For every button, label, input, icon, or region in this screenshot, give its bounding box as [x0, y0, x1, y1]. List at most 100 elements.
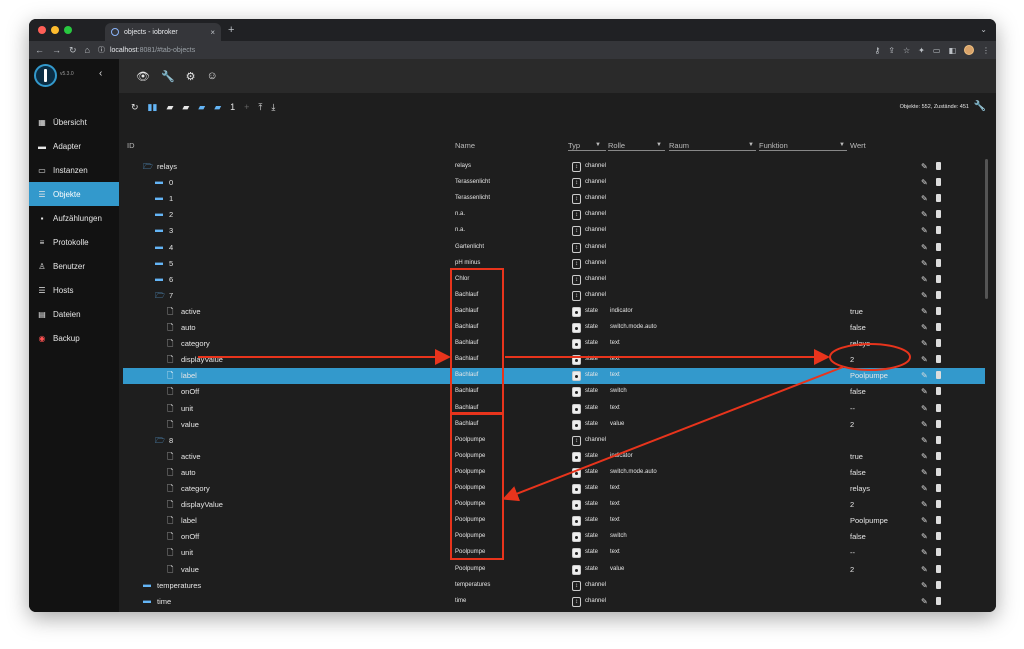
table-row[interactable]: ▬ 1 Terassenlicht ↕ channel ✎: [123, 191, 985, 207]
extensions-icon[interactable]: ✦: [918, 46, 925, 55]
row-name[interactable]: Poolpumpe: [455, 549, 485, 555]
expand-all-icon[interactable]: ▰: [198, 102, 205, 113]
edit-icon[interactable]: ✎: [921, 162, 928, 171]
column-function-select[interactable]: Funktion ▼: [759, 141, 847, 151]
tab-menu-icon[interactable]: ⌄: [980, 25, 987, 34]
table-row[interactable]: 🗋 value Bachlauf state value 2 ✎: [123, 417, 985, 433]
edit-icon[interactable]: ✎: [921, 597, 928, 606]
delete-icon[interactable]: [936, 564, 941, 573]
edit-icon[interactable]: ✎: [921, 323, 928, 332]
row-name[interactable]: n.a.: [455, 211, 465, 217]
file-icon[interactable]: 🗋: [167, 354, 173, 368]
row-name[interactable]: pH minus: [455, 260, 480, 266]
delete-icon[interactable]: [936, 435, 941, 444]
edit-icon[interactable]: ✎: [921, 484, 928, 493]
delete-icon[interactable]: [936, 194, 941, 203]
delete-icon[interactable]: [936, 596, 941, 605]
row-name[interactable]: n.a.: [455, 227, 465, 233]
settings-wrench-icon[interactable]: 🔧: [974, 101, 986, 112]
table-row[interactable]: ▬ time time ↕ channel ✎: [123, 594, 985, 610]
file-icon[interactable]: 🗋: [167, 419, 173, 433]
delete-icon[interactable]: [936, 178, 941, 187]
row-value[interactable]: Poolpumpe: [850, 516, 888, 525]
row-name[interactable]: relays: [455, 163, 471, 169]
row-name[interactable]: Bachlauf: [455, 340, 478, 346]
delete-icon[interactable]: [936, 306, 941, 315]
file-icon[interactable]: 🗋: [167, 547, 173, 561]
home-icon[interactable]: ⌂: [85, 45, 90, 55]
row-name[interactable]: Poolpumpe: [455, 469, 485, 475]
row-value[interactable]: true: [850, 307, 863, 316]
edit-icon[interactable]: ✎: [921, 436, 928, 445]
edit-icon[interactable]: ✎: [921, 243, 928, 252]
row-value[interactable]: relays: [850, 484, 870, 493]
table-row[interactable]: 🗋 label Bachlauf state text Poolpumpe ✎: [123, 368, 985, 385]
edit-icon[interactable]: ✎: [921, 452, 928, 461]
edit-icon[interactable]: ✎: [921, 259, 928, 268]
folder-icon[interactable]: ▬: [155, 193, 163, 202]
delete-icon[interactable]: [936, 242, 941, 251]
refresh-icon[interactable]: ↻: [131, 102, 139, 113]
delete-icon[interactable]: [936, 548, 941, 557]
edit-icon[interactable]: ✎: [921, 516, 928, 525]
row-value[interactable]: Poolpumpe: [850, 371, 888, 380]
column-type-select[interactable]: Typ ▼: [568, 141, 606, 151]
row-name[interactable]: Bachlauf: [455, 292, 478, 298]
file-icon[interactable]: 🗋: [167, 306, 173, 320]
row-name[interactable]: Bachlauf: [455, 388, 478, 394]
delete-icon[interactable]: [936, 516, 941, 525]
edit-icon[interactable]: ✎: [921, 371, 928, 380]
folder-icon[interactable]: ▬: [155, 225, 163, 234]
table-row[interactable]: 🗋 onOff Poolpumpe state switch false ✎: [123, 529, 985, 545]
row-name[interactable]: Terassenlicht: [455, 179, 490, 185]
edit-icon[interactable]: ✎: [921, 226, 928, 235]
file-icon[interactable]: 🗋: [167, 386, 173, 400]
delete-icon[interactable]: [936, 339, 941, 348]
collapse-all-icon[interactable]: ▰: [214, 102, 221, 113]
sidepanel-icon[interactable]: ◧: [948, 46, 956, 55]
minimize-window-button[interactable]: [51, 26, 59, 34]
table-row[interactable]: ▬ 4 Gartenlicht ↕ channel ✎: [123, 240, 985, 256]
edit-icon[interactable]: ✎: [921, 500, 928, 509]
folder-icon[interactable]: ▬: [155, 258, 163, 267]
edit-icon[interactable]: ✎: [921, 291, 928, 300]
delete-icon[interactable]: [936, 226, 941, 235]
row-name[interactable]: Poolpumpe: [455, 485, 485, 491]
sidebar-item-dateien[interactable]: ▤ Dateien: [29, 302, 119, 326]
column-role-select[interactable]: Rolle ▼: [608, 141, 665, 151]
edit-icon[interactable]: ✎: [921, 307, 928, 316]
table-row[interactable]: 🗋 unit Bachlauf state text -- ✎: [123, 401, 985, 417]
table-row[interactable]: 🗋 value Poolpumpe state value 2 ✎: [123, 562, 985, 578]
table-row[interactable]: 🗋 displayValue Bachlauf state text 2 ✎: [123, 352, 985, 368]
edit-icon[interactable]: ✎: [921, 178, 928, 187]
table-row[interactable]: 🗁 8 Poolpumpe ↕ channel ✎: [123, 433, 985, 449]
row-value[interactable]: false: [850, 468, 866, 477]
file-icon[interactable]: 🗋: [167, 322, 173, 336]
table-row[interactable]: 🗋 active Poolpumpe state indicator true ✎: [123, 449, 985, 465]
sidebar-item-hosts[interactable]: ☰ Hosts: [29, 278, 119, 302]
delete-icon[interactable]: [936, 467, 941, 476]
table-row[interactable]: 🗋 label Poolpumpe state text Poolpumpe ✎: [123, 513, 985, 529]
add-object-icon[interactable]: +: [244, 102, 249, 112]
delete-icon[interactable]: [936, 258, 941, 267]
edit-icon[interactable]: ✎: [921, 355, 928, 364]
table-row[interactable]: 🗋 auto Poolpumpe state switch.mode.auto false…: [123, 465, 985, 481]
folder-icon[interactable]: ▬: [155, 177, 163, 186]
row-name[interactable]: Terassenlicht: [455, 195, 490, 201]
table-row[interactable]: ▬adminadmin≡meta✎: [123, 610, 985, 613]
scrollbar[interactable]: [985, 159, 988, 299]
cast-icon[interactable]: ▭: [933, 46, 941, 55]
row-name[interactable]: Poolpumpe: [455, 501, 485, 507]
back-icon[interactable]: ←: [35, 45, 44, 55]
column-room-select[interactable]: Raum ▼: [669, 141, 756, 151]
table-row[interactable]: ▬ 6 Chlor ↕ channel ✎: [123, 272, 985, 288]
edit-icon[interactable]: ✎: [921, 468, 928, 477]
tab-close-icon[interactable]: ×: [210, 28, 215, 37]
row-value[interactable]: true: [850, 452, 863, 461]
folder-icon[interactable]: ▬: [155, 274, 163, 283]
table-row[interactable]: 🗋 category Poolpumpe state text relays ✎: [123, 481, 985, 497]
row-name[interactable]: Bachlauf: [455, 405, 478, 411]
edit-icon[interactable]: ✎: [921, 420, 928, 429]
key-icon[interactable]: ⚷: [874, 46, 880, 55]
sidebar-item-aufzählungen[interactable]: ▪ Aufzählungen: [29, 206, 119, 230]
